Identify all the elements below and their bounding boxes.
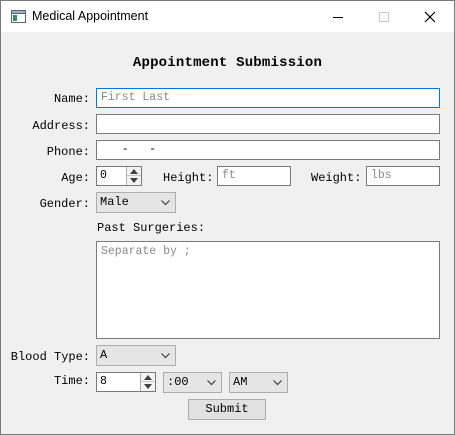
age-value: 0	[100, 169, 107, 182]
weight-input[interactable]: lbs	[366, 166, 440, 186]
weight-label: Weight:	[311, 171, 362, 185]
spin-down-icon	[130, 178, 138, 183]
title-bar: Medical Appointment	[1, 1, 454, 32]
age-label: Age:	[61, 171, 90, 185]
age-up-button[interactable]	[127, 167, 141, 176]
address-input[interactable]	[96, 114, 440, 134]
chevron-down-icon	[273, 380, 282, 386]
maximize-icon	[379, 12, 389, 22]
hour-spin-arrows	[140, 373, 155, 391]
age-spinbox[interactable]: 0	[96, 166, 142, 186]
surgeries-label: Past Surgeries:	[97, 221, 206, 235]
minute-selected: :00	[167, 375, 189, 389]
app-window: Medical Appointment Appointment Submissi…	[0, 0, 455, 435]
surgeries-textarea[interactable]: Separate by ;	[96, 241, 440, 339]
address-label: Address:	[32, 119, 90, 133]
hour-spinbox[interactable]: 8	[96, 372, 156, 392]
window-app-icon	[11, 10, 26, 23]
gender-select[interactable]: Male	[96, 192, 176, 213]
minute-select[interactable]: :00	[163, 372, 222, 393]
chevron-down-icon	[207, 380, 216, 386]
maximize-button[interactable]	[361, 1, 407, 32]
age-spin-arrows	[126, 167, 141, 185]
blood-type-label: Blood Type:	[10, 350, 90, 364]
name-placeholder: First Last	[101, 91, 171, 104]
period-selected: AM	[233, 375, 248, 389]
height-input[interactable]: ft	[217, 166, 291, 186]
blood-type-select[interactable]: A	[96, 345, 176, 366]
hour-value: 8	[100, 375, 107, 388]
name-input[interactable]: First Last	[96, 88, 440, 108]
hour-up-button[interactable]	[141, 373, 155, 382]
name-label: Name:	[53, 92, 90, 106]
chevron-down-icon	[161, 353, 170, 359]
age-down-button[interactable]	[127, 176, 141, 185]
submit-button[interactable]: Submit	[188, 399, 266, 420]
weight-placeholder: lbs	[371, 169, 392, 182]
spin-up-icon	[130, 169, 138, 174]
gender-label: Gender:	[39, 197, 90, 211]
phone-input[interactable]: - -	[96, 140, 440, 160]
height-placeholder: ft	[222, 169, 236, 182]
form-heading: Appointment Submission	[132, 55, 323, 71]
time-label: Time:	[53, 374, 90, 388]
height-label: Height:	[163, 171, 214, 185]
hour-down-button[interactable]	[141, 382, 155, 391]
close-icon	[424, 11, 436, 23]
close-button[interactable]	[407, 1, 453, 32]
spin-up-icon	[144, 375, 152, 380]
surgeries-placeholder: Separate by ;	[101, 245, 191, 258]
phone-label: Phone:	[46, 145, 90, 159]
minimize-button[interactable]	[315, 1, 361, 32]
window-title: Medical Appointment	[32, 9, 149, 23]
minimize-icon	[333, 17, 343, 18]
chevron-down-icon	[161, 200, 170, 206]
spin-down-icon	[144, 384, 152, 389]
blood-type-selected: A	[100, 348, 108, 362]
period-select[interactable]: AM	[229, 372, 288, 393]
gender-selected: Male	[100, 195, 129, 209]
